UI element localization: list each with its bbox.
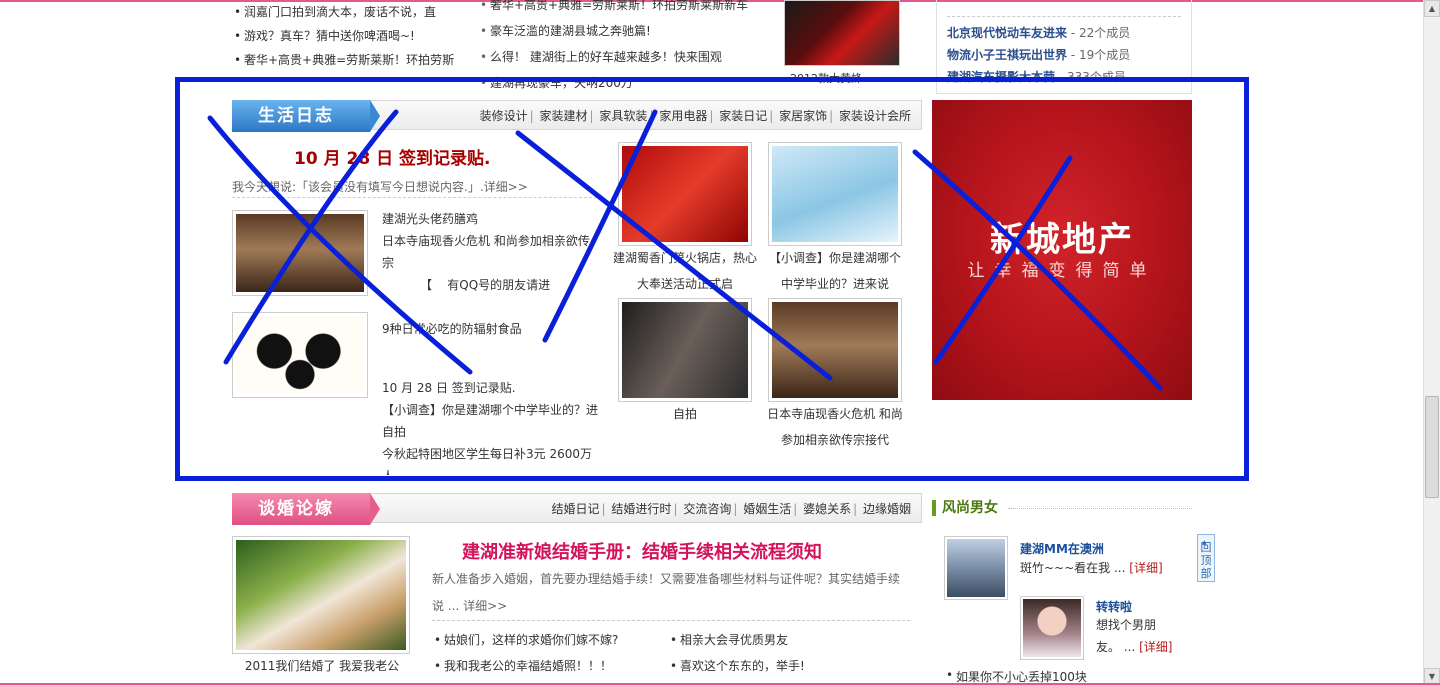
list-item[interactable]: 喜欢这个东东的，举手! (668, 653, 908, 679)
marriage-description[interactable]: 新人准备步入婚姻，首先要办理结婚手续！又需要准备哪些材料与证件呢？其实结婚手续说… (432, 566, 910, 620)
list-item[interactable]: 么得！ 建湖街上的好车越来越多！快来围观 (480, 44, 780, 70)
marriage-headline[interactable]: 建湖准新娘结婚手册：结婚手续相关流程须知 (462, 538, 822, 564)
list-item[interactable]: 奢华+高贵+典雅=劳斯莱斯！环拍劳斯莱斯新车 (480, 0, 780, 18)
fashion-text: 斑竹~~~看在我 ... (1020, 561, 1126, 575)
list-item[interactable]: 豪车泛滥的建湖县城之奔驰篇! (480, 18, 780, 44)
fashion-text: 友。 ... (1096, 640, 1136, 654)
vertical-scrollbar[interactable]: ▲ ▼ (1423, 0, 1440, 685)
divider (947, 16, 1181, 17)
fashion-name[interactable]: 转转啦 (1096, 598, 1132, 615)
post-block: 10 月 28 日 签到记录贴. 【小调查】你是建湖哪个中学毕业的？进 自拍 今… (382, 377, 602, 475)
fashion-thumbnail[interactable] (1020, 596, 1084, 660)
selfie-thumbnail[interactable] (618, 298, 752, 402)
post-title[interactable]: 10 月 28 日 签到记录贴. (382, 377, 602, 399)
car-caption[interactable]: 2012款大黄蜂 (790, 70, 900, 86)
details-link[interactable]: [详细] (1139, 640, 1172, 654)
life-log-header: 生活日志 装修设计 | 家装建材 | 家具软装 | 家用电器 | 家装日记 | 家居家饰 |… (232, 100, 922, 132)
nav-link[interactable]: 家用电器 (659, 109, 707, 123)
list-item[interactable]: 我和我老公的幸福结婚照！！！ (432, 653, 672, 679)
post-title[interactable]: 人 (382, 465, 602, 475)
list-item[interactable]: 奢华+高贵+典雅=劳斯莱斯！环拍劳斯 (232, 48, 462, 72)
group-count: - 333个成员 (1055, 70, 1126, 84)
life-today-text[interactable]: 我今天想说:「该会员没有填写今日想说内容.」.详细>> (232, 176, 602, 198)
marriage-list-left: 姑娘们，这样的求婚你们嫁不嫁? 我和我老公的幸福结婚照！！！ (432, 627, 672, 679)
post-title[interactable]: 宗 (382, 252, 602, 274)
marriage-list-right: 相亲大会寻优质男友 喜欢这个东东的，举手! (668, 627, 908, 679)
qq-penguin-thumbnail[interactable] (232, 312, 368, 398)
fashion-header: 风尚男女 (932, 496, 1192, 520)
car-thumbnail[interactable] (784, 0, 900, 66)
ad-title: 新城地产 (990, 220, 1134, 260)
post-thumbnail[interactable] (232, 210, 368, 296)
fashion-title[interactable]: 风尚男女 (942, 496, 998, 520)
ad-slogan: 让幸福变得简单 (967, 261, 1157, 281)
group-count: - 19个成员 (1067, 48, 1131, 62)
top-mid-news-list: 奢华+高贵+典雅=劳斯莱斯！环拍劳斯莱斯新车 豪车泛滥的建湖县城之奔驰篇! 么得… (480, 0, 780, 96)
divider (1008, 508, 1192, 509)
scroll-thumb[interactable] (1425, 396, 1439, 498)
nav-link[interactable]: 婆媳关系 (803, 502, 851, 516)
group-row[interactable]: 北京现代悦动车友进来 - 22个成员 (947, 22, 1130, 44)
life-log-nav: 装修设计 | 家装建材 | 家具软装 | 家用电器 | 家装日记 | 家居家饰 | 家装设计… (479, 109, 911, 123)
nav-link[interactable]: 边缘婚姻 (863, 502, 911, 516)
post-title[interactable]: 今秋起特困地区学生每日补3元 2600万 (382, 443, 602, 465)
group-name[interactable]: 北京现代悦动车友进来 (947, 26, 1067, 40)
top-left-news-list: 润嘉门口拍到滴大本，废话不说，直 游戏？真车？猜中送你啤酒喝~! 奢华+高贵+典… (232, 0, 462, 72)
fashion-snippet: 斑竹~~~看在我 ... [详细] (1020, 557, 1163, 579)
details-link[interactable]: [详细] (1129, 561, 1162, 575)
fashion-thumbnail[interactable] (944, 536, 1008, 600)
group-name[interactable]: 物流小子王祺玩出世界 (947, 48, 1067, 62)
temple-thumbnail[interactable] (768, 298, 902, 402)
post-title[interactable]: 【 有QQ号的朋友请进 (382, 274, 602, 296)
list-item[interactable]: 润嘉门口拍到滴大本，废话不说，直 (232, 0, 462, 24)
post-title[interactable]: 建湖光头佬药膳鸡 (382, 208, 602, 230)
nav-link[interactable]: 婚姻生活 (743, 502, 791, 516)
life-log-title[interactable]: 生活日志 (232, 100, 380, 132)
life-headline[interactable]: 10 月 28 日 签到记录贴. (294, 144, 490, 169)
survey-caption[interactable]: 【小调查】你是建湖哪个中学毕业的？进来说 (764, 245, 906, 297)
post-title[interactable]: 【小调查】你是建湖哪个中学毕业的？进 (382, 399, 602, 421)
arrow-up-icon: ▲ (1202, 539, 1207, 546)
list-item[interactable]: 游戏？真车？猜中送你啤酒喝~! (232, 24, 462, 48)
group-row[interactable]: 建湖汽车摄影大本营 - 333个成员 (947, 66, 1126, 88)
nav-link[interactable]: 家装建材 (540, 109, 588, 123)
nav-link[interactable]: 家装设计会所 (839, 109, 911, 123)
fashion-snippet: 想找个男朋 友。 ... [详细] (1096, 614, 1172, 658)
xincheng-ad-banner[interactable]: 新城地产 让幸福变得简单 (932, 100, 1192, 400)
hotpot-caption[interactable]: 建湖蜀香门第火锅店，热心大奉送活动正式启 (612, 245, 758, 297)
back-to-top-button[interactable]: ▲ 回顶部 (1197, 534, 1215, 582)
nav-link[interactable]: 交流咨询 (683, 502, 731, 516)
survey-thumbnail[interactable] (768, 142, 902, 246)
scroll-up-arrow-icon[interactable]: ▲ (1424, 0, 1440, 17)
nav-link[interactable]: 结婚日记 (552, 502, 600, 516)
list-item[interactable]: 建湖再现豪车，天呐200万 (480, 70, 780, 96)
selfie-caption[interactable]: 自拍 (618, 401, 752, 427)
section-marker (932, 500, 936, 516)
group-count: - 22个成员 (1067, 26, 1131, 40)
nav-link[interactable]: 家具软装 (599, 109, 647, 123)
marriage-nav: 结婚日记 | 结婚进行时 | 交流咨询 | 婚姻生活 | 婆媳关系 | 边缘婚姻 (551, 502, 911, 516)
car-group-box: 北京现代悦动车友进来 - 22个成员 物流小子王祺玩出世界 - 19个成员 建湖… (936, 0, 1192, 94)
temple-caption[interactable]: 日本寺庙现香火危机 和尚参加相亲欲传宗接代 (764, 401, 906, 453)
post-title[interactable]: 自拍 (382, 421, 602, 443)
divider (432, 620, 910, 621)
fashion-text: 想找个男朋 (1096, 618, 1157, 632)
wedding-photo[interactable] (232, 536, 410, 654)
nav-link[interactable]: 结婚进行时 (611, 502, 671, 516)
marriage-title[interactable]: 谈婚论嫁 (232, 493, 380, 525)
post-block: 建湖光头佬药膳鸡 日本寺庙现香火危机 和尚参加相亲欲传 宗 【 有QQ号的朋友请… (382, 208, 602, 296)
nav-link[interactable]: 家装日记 (719, 109, 767, 123)
post-title[interactable]: 9种日常必吃的防辐射食品 (382, 318, 602, 340)
marriage-header: 谈婚论嫁 结婚日记 | 结婚进行时 | 交流咨询 | 婚姻生活 | 婆媳关系 | 边缘婚姻 (232, 493, 922, 525)
group-name[interactable]: 建湖汽车摄影大本营 (947, 70, 1055, 84)
nav-link[interactable]: 家居家饰 (779, 109, 827, 123)
list-item[interactable]: 相亲大会寻优质男友 (668, 627, 908, 653)
wedding-photo-caption[interactable]: 2011我们结婚了 我爱我老公 (232, 656, 412, 676)
nav-link[interactable]: 装修设计 (480, 109, 528, 123)
post-title[interactable]: 日本寺庙现香火危机 和尚参加相亲欲传 (382, 230, 602, 252)
hotpot-thumbnail[interactable] (618, 142, 752, 246)
group-row[interactable]: 物流小子王祺玩出世界 - 19个成员 (947, 44, 1130, 66)
fashion-name[interactable]: 建湖MM在澳洲 (1020, 540, 1104, 557)
list-item[interactable]: 姑娘们，这样的求婚你们嫁不嫁? (432, 627, 672, 653)
